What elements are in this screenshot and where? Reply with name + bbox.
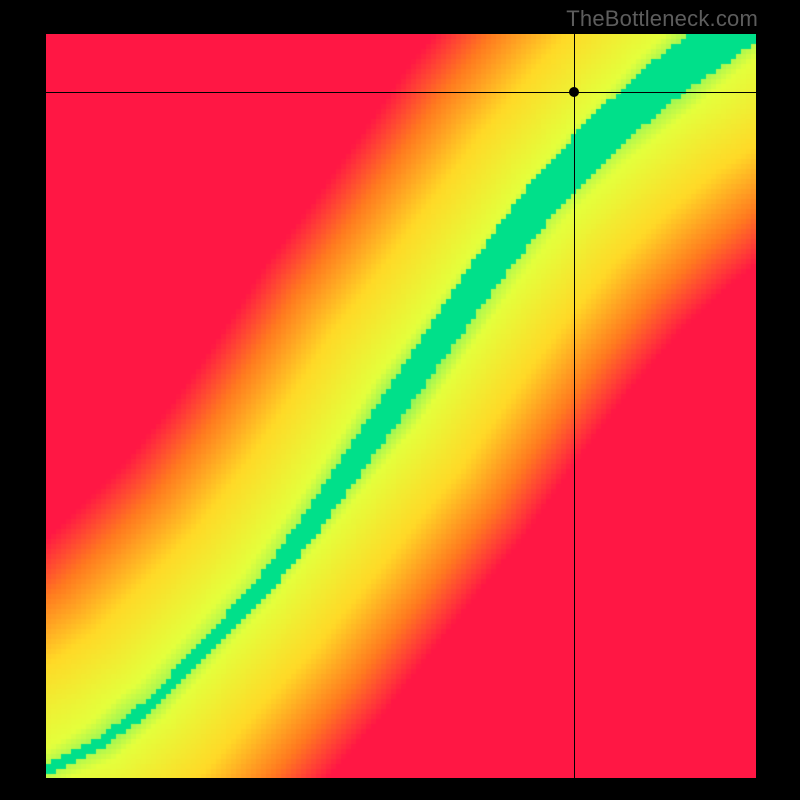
chart-frame: TheBottleneck.com	[0, 0, 800, 800]
heatmap-plot	[46, 34, 756, 778]
crosshair-horizontal	[46, 92, 756, 93]
heatmap-canvas	[46, 34, 756, 778]
watermark-text: TheBottleneck.com	[566, 6, 758, 32]
crosshair-marker	[569, 87, 579, 97]
crosshair-vertical	[574, 34, 575, 778]
